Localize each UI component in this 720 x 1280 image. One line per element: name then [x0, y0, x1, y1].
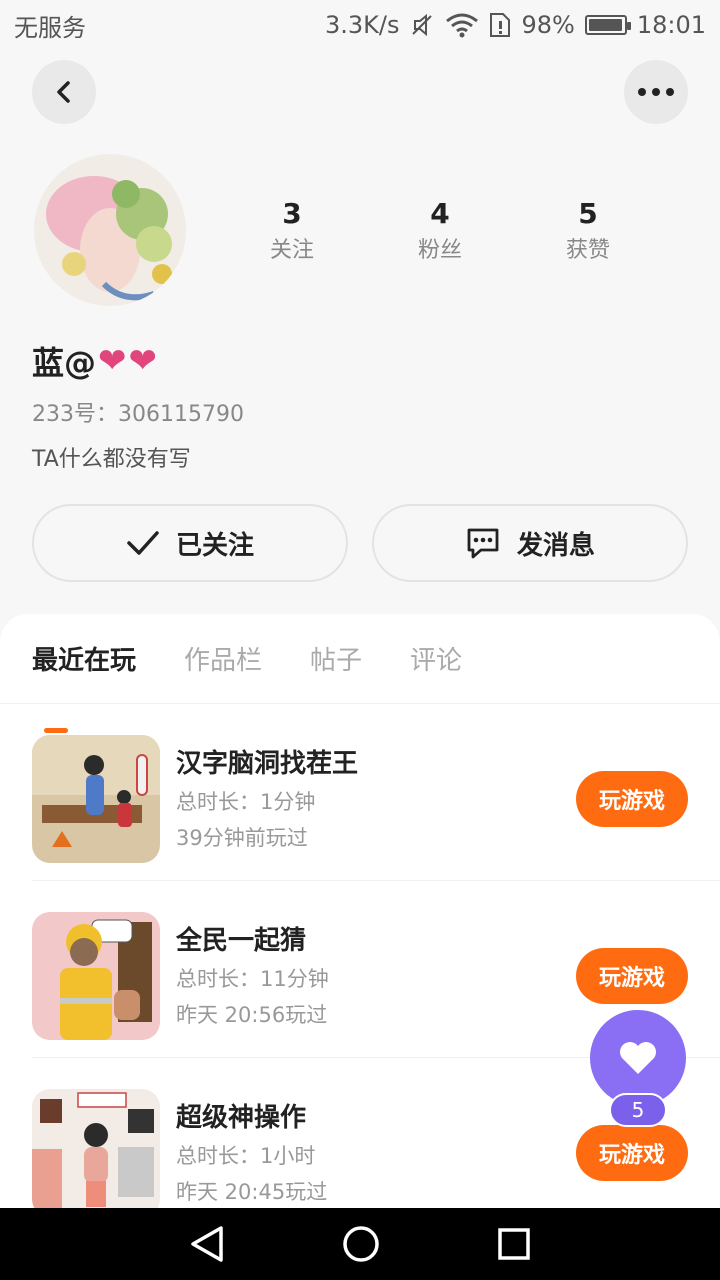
nav-back-icon[interactable]: [189, 1225, 225, 1263]
battery-percent: 98%: [521, 11, 575, 39]
heart-emoji: ❤: [128, 341, 158, 381]
tab-posts[interactable]: 帖子: [310, 640, 362, 677]
game-last-played: 昨天 20:56玩过: [176, 1003, 328, 1027]
profile-stats: 3 关注 4 粉丝 5 获赞: [218, 194, 662, 268]
game-last-played: 39分钟前玩过: [176, 826, 308, 850]
sim-alert-icon: [490, 13, 511, 37]
followed-label: 已关注: [175, 530, 254, 561]
network-speed: 3.3K/s: [324, 11, 400, 39]
game-info: 超级神操作 总时长：1小时 昨天 20:45玩过: [176, 1098, 327, 1208]
back-button[interactable]: [32, 60, 96, 124]
game-duration: 总时长：1小时: [176, 1144, 316, 1168]
list-item[interactable]: 汉字脑洞找茬王 总时长：1分钟 39分钟前玩过 玩游戏: [32, 704, 720, 881]
clock: 18:01: [636, 11, 706, 39]
heart-icon: [620, 1042, 656, 1074]
floating-like-button[interactable]: [590, 1010, 686, 1106]
heart-emoji: ❤: [98, 341, 127, 381]
stat-following-value: 3: [282, 197, 302, 230]
game-duration: 总时长：1分钟: [176, 790, 316, 814]
status-bar: 无服务 3.3K/s 98% 18:01: [0, 0, 720, 50]
game-thumbnail: [32, 735, 160, 863]
game-title: 全民一起猜: [176, 926, 307, 956]
play-game-button[interactable]: 玩游戏: [576, 1125, 688, 1181]
stat-fans[interactable]: 4 粉丝: [366, 194, 514, 268]
followed-button[interactable]: 已关注: [32, 504, 348, 582]
check-icon: [127, 531, 159, 555]
battery-icon: [584, 15, 631, 35]
tab-recently-played[interactable]: 最近在玩: [32, 640, 136, 677]
stat-following-label: 关注: [269, 238, 314, 263]
game-thumbnail: [32, 1089, 160, 1208]
game-title: 超级神操作: [176, 1103, 307, 1133]
username-text: 蓝@: [32, 344, 97, 382]
tab-bar: 最近在玩 作品栏 帖子 评论: [0, 614, 720, 733]
more-dots-icon: [638, 88, 674, 96]
system-nav-bar: [0, 1208, 720, 1280]
game-title: 汉字脑洞找茬王: [176, 749, 359, 779]
send-message-label: 发消息: [516, 530, 595, 561]
nav-recents-icon[interactable]: [497, 1227, 531, 1261]
stat-fans-value: 4: [430, 197, 450, 230]
tab-comments[interactable]: 评论: [410, 640, 462, 677]
stat-following[interactable]: 3 关注: [218, 194, 366, 268]
carrier-text: 无服务: [14, 13, 86, 42]
stat-likes-value: 5: [578, 197, 598, 230]
avatar[interactable]: [34, 154, 186, 306]
stat-likes-label: 获赞: [565, 238, 610, 263]
user-bio: TA什么都没有写: [32, 447, 191, 472]
stat-likes[interactable]: 5 获赞: [514, 194, 662, 268]
play-game-button[interactable]: 玩游戏: [576, 948, 688, 1004]
message-icon: [467, 528, 499, 559]
like-count-badge: 5: [609, 1093, 667, 1127]
send-message-button[interactable]: 发消息: [372, 504, 688, 582]
game-info: 汉字脑洞找茬王 总时长：1分钟 39分钟前玩过: [176, 744, 358, 856]
play-game-button[interactable]: 玩游戏: [576, 771, 688, 827]
mute-icon: [412, 13, 433, 37]
tab-works[interactable]: 作品栏: [184, 640, 262, 677]
game-info: 全民一起猜 总时长：11分钟 昨天 20:56玩过: [176, 921, 329, 1033]
stat-fans-label: 粉丝: [417, 238, 462, 263]
game-last-played: 昨天 20:45玩过: [176, 1180, 328, 1204]
wifi-icon: [446, 13, 479, 38]
game-duration: 总时长：11分钟: [176, 967, 329, 991]
username: 蓝@ ❤ ❤: [32, 338, 157, 384]
chevron-left-icon: [57, 81, 70, 103]
nav-home-icon[interactable]: [342, 1225, 380, 1263]
status-indicators: 3.3K/s 98% 18:01: [325, 11, 706, 39]
game-list: 汉字脑洞找茬王 总时长：1分钟 39分钟前玩过 玩游戏 全民一起猜 总时长：11…: [0, 704, 720, 1208]
game-thumbnail: [32, 912, 160, 1040]
more-button[interactable]: [624, 60, 688, 124]
user-id: 233号：306115790: [32, 402, 244, 427]
